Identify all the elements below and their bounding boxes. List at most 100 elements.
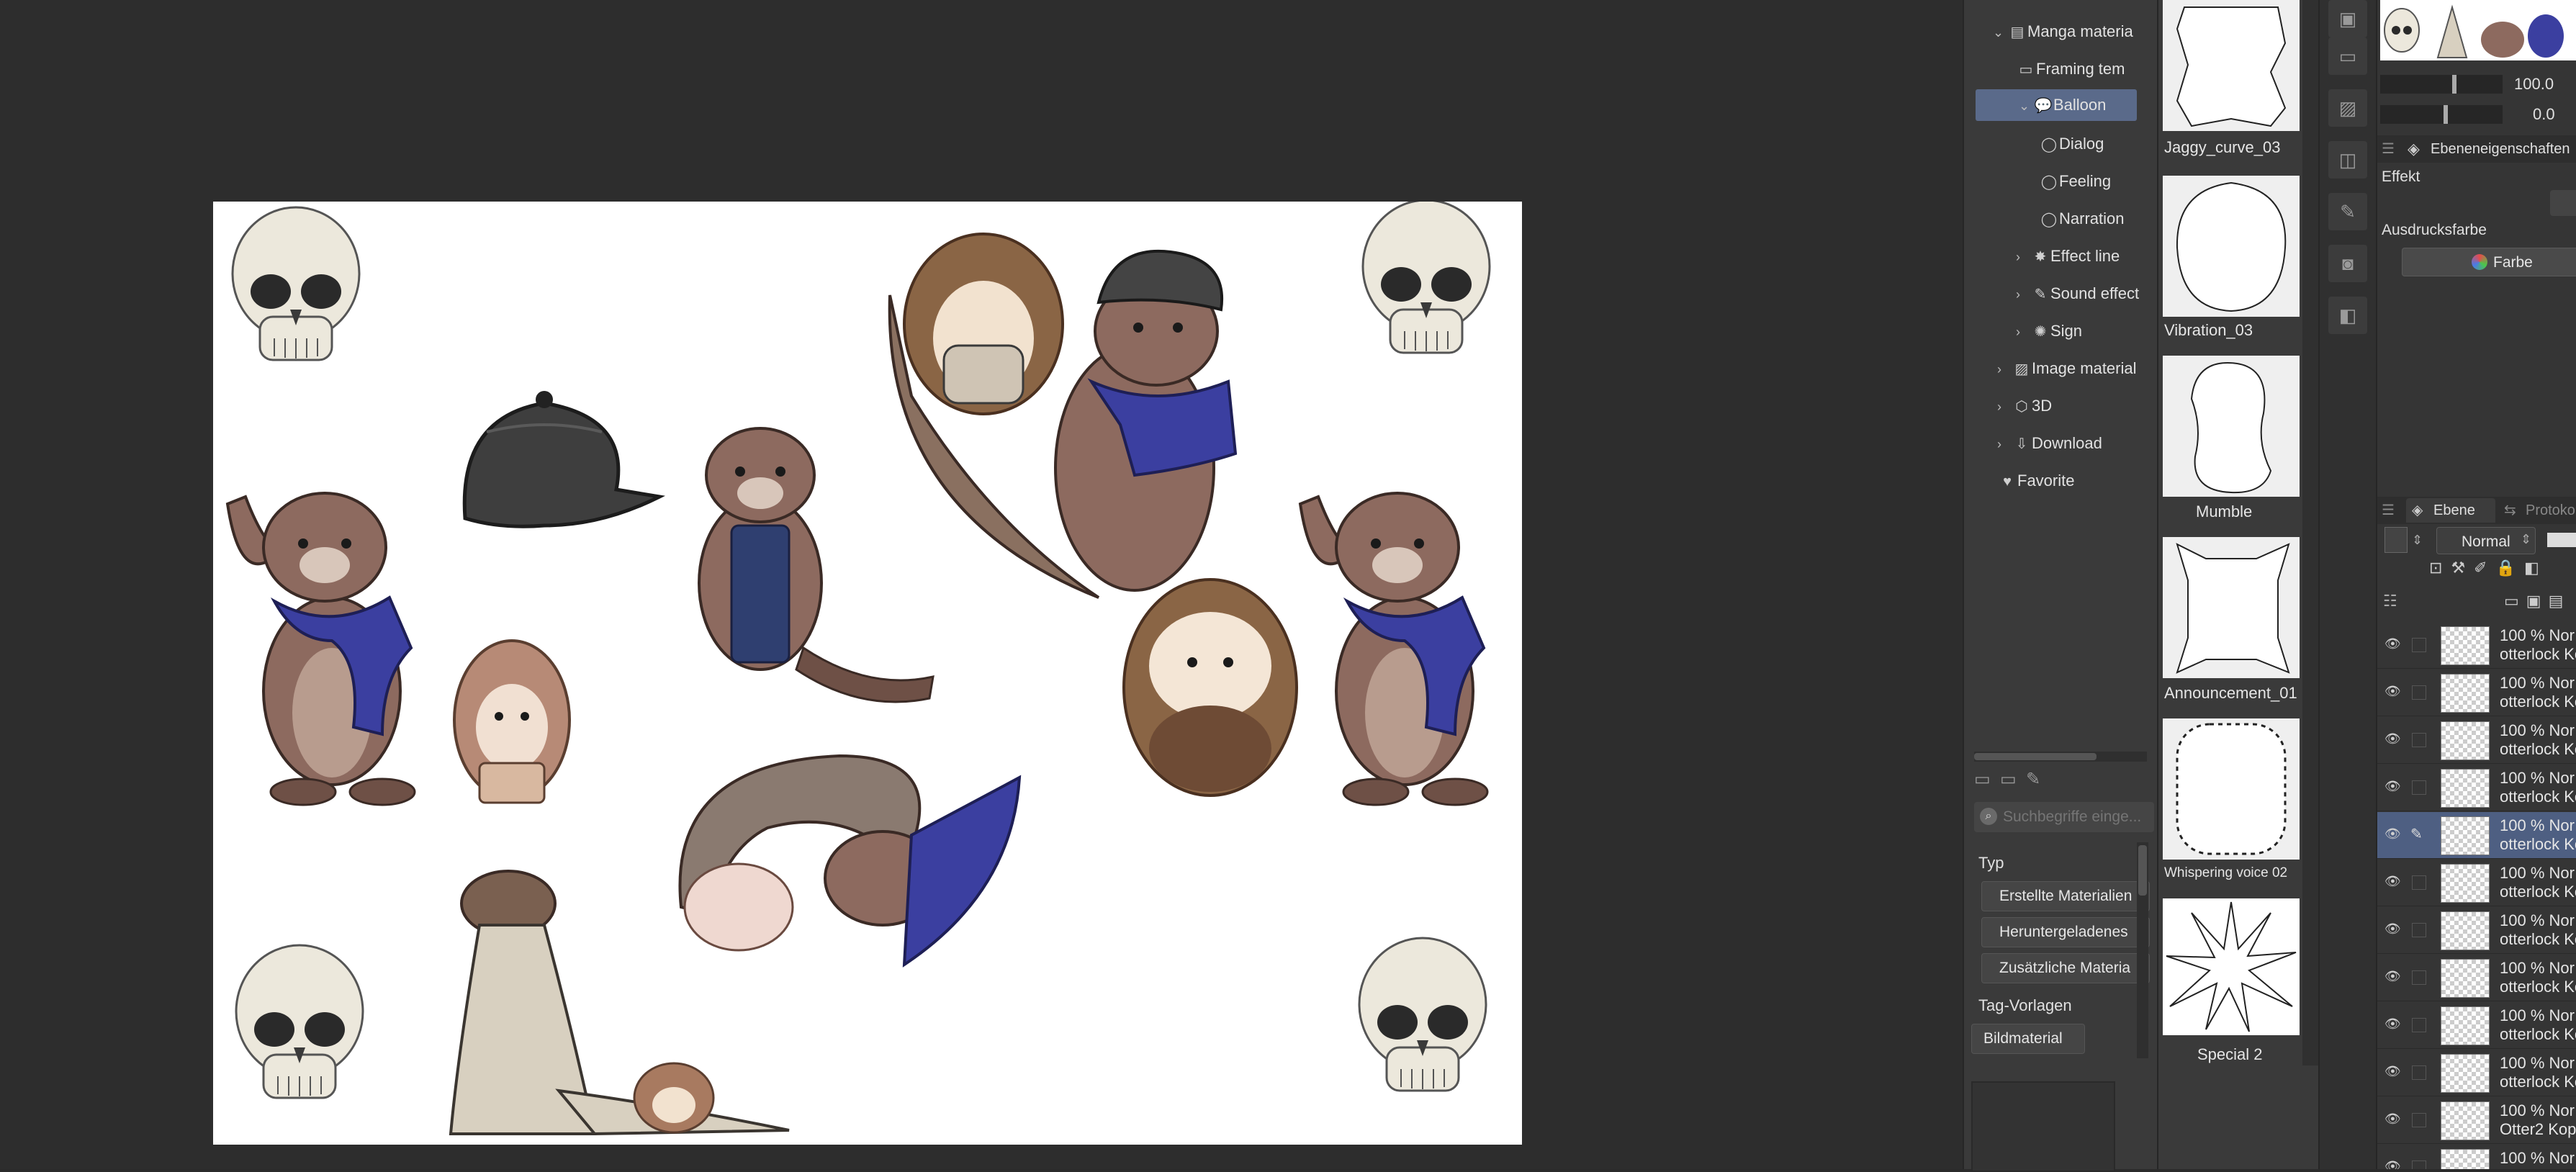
tree-item-narration[interactable]: ◯ Narration xyxy=(2039,203,2125,235)
lock-icon[interactable]: 🔒 xyxy=(2496,559,2524,577)
layer-checkbox[interactable] xyxy=(2412,1160,2426,1169)
layer-row[interactable]: 👁 100 % Nor otterlock Ko xyxy=(2377,955,2576,1001)
layer-checkbox[interactable] xyxy=(2412,875,2426,890)
tab-layer[interactable]: ◈ Ebene xyxy=(2406,498,2495,523)
layer-color-button[interactable] xyxy=(2384,527,2408,553)
tree-item-download[interactable]: › ⇩ Download xyxy=(1997,428,2102,459)
blend-mode-select[interactable]: Normal ⇕ xyxy=(2436,527,2536,554)
slider-handle[interactable] xyxy=(2452,75,2456,94)
chevron-right-icon[interactable]: › xyxy=(1997,353,2012,385)
layer-checkbox[interactable] xyxy=(2412,923,2426,937)
new-folder-icon[interactable]: ▭ xyxy=(1974,770,1991,789)
stepper-icon[interactable]: ⇕ xyxy=(2412,533,2423,548)
tree-item-sign[interactable]: › ✺ Sign xyxy=(2016,315,2082,347)
tab-history[interactable]: ⇆ Protoko xyxy=(2500,498,2576,523)
additional-materials-button[interactable]: Zusätzliche Materia xyxy=(1981,953,2150,983)
thumb-mumble[interactable] xyxy=(2163,356,2300,497)
search-input[interactable] xyxy=(2001,805,2153,829)
tree-item-balloon[interactable]: ⌄ 💬Balloon xyxy=(1976,89,2137,121)
capture-icon[interactable]: ◙ xyxy=(2328,245,2367,282)
thumb-jaggy-curve-03[interactable] xyxy=(2163,0,2300,131)
eye-icon[interactable]: 👁 xyxy=(2384,1159,2401,1169)
navigator-preview[interactable] xyxy=(2380,0,2576,60)
opacity-slider[interactable] xyxy=(2380,75,2503,94)
panel-icon[interactable]: ◧ xyxy=(2328,297,2367,334)
drawing-canvas[interactable] xyxy=(213,202,1522,1145)
eye-icon[interactable]: 👁 xyxy=(2384,636,2401,652)
thumb-announcement-01[interactable] xyxy=(2163,537,2300,678)
layer-checkbox[interactable] xyxy=(2412,1065,2426,1080)
layer-checkbox[interactable] xyxy=(2412,970,2426,985)
layer-checkbox[interactable] xyxy=(2412,780,2426,795)
navigator-icon[interactable]: ▣ xyxy=(2328,0,2367,37)
tree-item-effect-line[interactable]: › ✸ Effect line xyxy=(2016,240,2120,272)
tree-item-framing-template[interactable]: ▭ Framing tem xyxy=(2016,53,2125,85)
layer-row[interactable]: 👁 100 % Nor otterlock Ko xyxy=(2377,1050,2576,1096)
layer-row[interactable]: 👁 100 % Nor otterlock Ko xyxy=(2377,907,2576,954)
layer-checkbox[interactable] xyxy=(2412,638,2426,652)
chevron-down-icon[interactable]: ⌄ xyxy=(2019,90,2033,122)
scrollbar-thumb[interactable] xyxy=(1974,753,2097,760)
layer-checkbox[interactable] xyxy=(2412,685,2426,700)
reference-icon[interactable]: ⚒ xyxy=(2451,559,2474,577)
clip-icon[interactable]: ⊡ xyxy=(2429,559,2451,577)
layer-checkbox[interactable] xyxy=(2412,1018,2426,1032)
created-materials-button[interactable]: Erstellte Materialien xyxy=(1981,881,2150,911)
layer-properties-tab[interactable]: Ebeneneigenschaften xyxy=(2431,141,2570,158)
tree-item-image-material[interactable]: › ▨ Image material xyxy=(1997,353,2137,384)
scrollbar-thumb[interactable] xyxy=(2138,845,2147,896)
new-vector-icon[interactable]: ▣ xyxy=(2526,592,2549,610)
eye-icon[interactable]: 👁 xyxy=(2384,921,2401,937)
layer-row[interactable]: 👁 100 % Nor xyxy=(2377,1145,2576,1169)
layer-row[interactable]: 👁 100 % Nor otterlock Ko xyxy=(2377,860,2576,906)
drag-handle-icon[interactable]: ☰ xyxy=(2382,140,2395,158)
chevron-right-icon[interactable]: › xyxy=(1997,391,2012,423)
canvas-workspace[interactable] xyxy=(0,0,1963,1169)
thumbnail-scrollbar[interactable] xyxy=(2302,0,2318,1065)
thumb-special-2[interactable] xyxy=(2163,898,2300,1035)
tree-horizontal-scrollbar[interactable] xyxy=(1974,752,2147,762)
camera-icon[interactable]: ◫ xyxy=(2328,141,2367,179)
tag-scrollbar[interactable] xyxy=(2137,842,2148,1058)
copy-folder-icon[interactable]: ▭ xyxy=(2000,770,2017,789)
tree-item-manga-material[interactable]: ⌄ ▤ Manga materia xyxy=(1993,16,2133,48)
tree-item-feeling[interactable]: ◯ Feeling xyxy=(2039,166,2111,197)
chevron-right-icon[interactable]: › xyxy=(1997,428,2012,460)
effect-button[interactable] xyxy=(2550,190,2576,216)
eye-icon[interactable]: 👁 xyxy=(2384,1017,2401,1032)
material-search-field[interactable]: ⌕ xyxy=(1974,802,2154,832)
thumb-vibration-03[interactable] xyxy=(2163,176,2300,317)
layer-checkbox[interactable] xyxy=(2412,1113,2426,1127)
slider-handle[interactable] xyxy=(2444,105,2448,124)
chevron-down-icon[interactable]: ⌄ xyxy=(1993,17,2007,48)
layer-row[interactable]: 👁 100 % Nor otterlock Ko xyxy=(2377,670,2576,716)
edit-folder-icon[interactable]: ✎ xyxy=(2026,770,2040,789)
chevron-right-icon[interactable]: › xyxy=(2016,241,2030,273)
layer-list-icon[interactable]: ☷ xyxy=(2383,592,2397,610)
chevron-right-icon[interactable]: › xyxy=(2016,279,2030,310)
tree-item-3d[interactable]: › ⬡ 3D xyxy=(1997,390,2052,422)
rotation-slider[interactable] xyxy=(2380,105,2503,124)
eye-icon[interactable]: 👁 xyxy=(2384,1112,2401,1127)
draft-icon[interactable]: ✐ xyxy=(2474,559,2495,577)
layer-row[interactable]: 👁 100 % Nor otterlock Ko xyxy=(2377,717,2576,764)
eye-icon[interactable]: 👁 xyxy=(2384,1064,2401,1080)
mask-icon[interactable]: ◧ xyxy=(2524,559,2548,577)
layer-row[interactable]: 👁 100 % Nor Otter2 Kop xyxy=(2377,1097,2576,1144)
tree-item-dialog[interactable]: ◯ Dialog xyxy=(2039,128,2104,160)
eye-icon[interactable]: 👁 xyxy=(2384,779,2401,795)
chevron-right-icon[interactable]: › xyxy=(2016,316,2030,348)
eye-icon[interactable]: 👁 xyxy=(2384,731,2401,747)
image-material-tag-button[interactable]: Bildmaterial xyxy=(1971,1024,2085,1054)
new-folder-icon[interactable]: ▤ xyxy=(2549,592,2571,610)
opacity-swatch[interactable] xyxy=(2547,533,2576,547)
new-layer-icon[interactable]: ▭ xyxy=(2504,592,2526,610)
eye-icon[interactable]: 👁 xyxy=(2384,874,2401,890)
layer-row[interactable]: 👁 100 % Nor otterlock Ko xyxy=(2377,765,2576,811)
layer-checkbox[interactable] xyxy=(2412,733,2426,747)
layer-row[interactable]: 👁 100 % Nor otterlock Ko xyxy=(2377,622,2576,669)
edit-icon[interactable]: ✎ xyxy=(2328,193,2367,230)
drag-handle-icon[interactable]: ☰ xyxy=(2382,501,2395,519)
downloaded-button[interactable]: Heruntergeladenes xyxy=(1981,917,2150,947)
thumb-whispering-voice-02[interactable] xyxy=(2163,718,2300,860)
